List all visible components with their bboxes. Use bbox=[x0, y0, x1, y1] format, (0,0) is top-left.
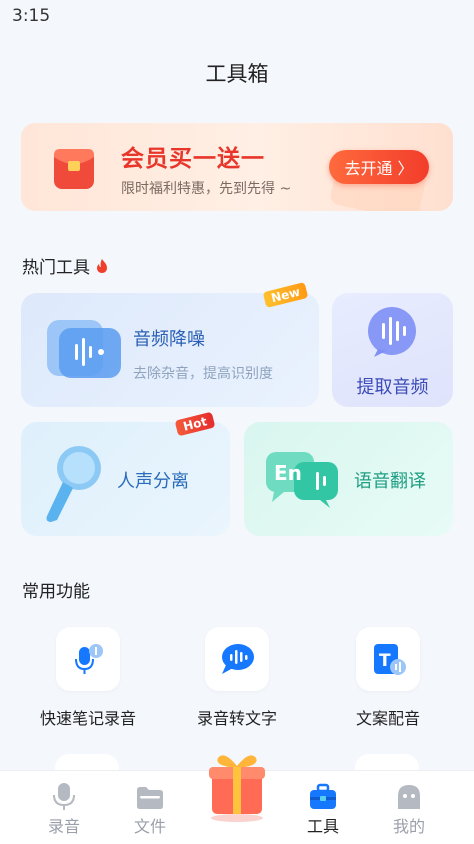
tab-tools[interactable]: 工具 bbox=[288, 771, 358, 837]
page-title: 工具箱 bbox=[205, 62, 269, 86]
function-icon-box bbox=[56, 627, 120, 691]
function-icon-box: T bbox=[356, 627, 420, 691]
speech-to-text-icon bbox=[222, 644, 254, 674]
microphone-tab-icon bbox=[53, 783, 75, 810]
banner-subtitle: 限时福利特惠，先到先得 ~ bbox=[121, 181, 292, 197]
function-quick-note-recording[interactable]: 快速笔记录音 bbox=[13, 627, 163, 729]
tool-card-extract-audio[interactable]: 提取音频 bbox=[332, 293, 453, 407]
audio-denoise-icon bbox=[47, 320, 121, 378]
tab-mine[interactable]: 我的 bbox=[374, 771, 444, 837]
mic-note-icon bbox=[75, 644, 103, 674]
tab-record[interactable]: 录音 bbox=[29, 771, 99, 837]
tab-label: 录音 bbox=[47, 817, 80, 836]
tool-card-voice-translation[interactable]: En 语音翻译 bbox=[244, 422, 453, 536]
function-icon-box bbox=[205, 627, 269, 691]
tool-label: 人声分离 bbox=[117, 471, 189, 492]
function-label: 快速笔记录音 bbox=[39, 709, 136, 728]
tab-label: 工具 bbox=[306, 817, 339, 836]
profile-tab-icon bbox=[398, 785, 420, 809]
tool-card-noise-reduction[interactable]: 音频降噪 去除杂音，提高识别度 bbox=[21, 293, 319, 407]
vip-promo-banner[interactable]: 会员买一送一 限时福利特惠，先到先得 ~ 去开通 〉 bbox=[21, 123, 453, 211]
tool-card-vocal-separation[interactable]: 人声分离 bbox=[21, 422, 230, 536]
translate-icon: En bbox=[266, 452, 338, 508]
tool-label: 音频降噪 bbox=[133, 329, 205, 350]
function-recording-to-text[interactable]: 录音转文字 bbox=[162, 627, 312, 729]
activate-button[interactable]: 去开通 〉 bbox=[329, 150, 429, 184]
tab-label: 文件 bbox=[133, 817, 166, 836]
svg-text:En: En bbox=[274, 461, 302, 485]
tool-description: 去除杂音，提高识别度 bbox=[133, 366, 273, 382]
gift-box-icon[interactable] bbox=[204, 748, 270, 824]
function-copy-dubbing[interactable]: T 文案配音 bbox=[313, 627, 463, 729]
folder-tab-icon bbox=[137, 787, 163, 809]
extract-audio-icon bbox=[368, 307, 416, 357]
function-label: 录音转文字 bbox=[196, 709, 277, 728]
tool-label: 语音翻译 bbox=[354, 471, 426, 492]
function-label: 文案配音 bbox=[355, 709, 420, 728]
hot-tools-heading: 热门工具 bbox=[22, 253, 109, 278]
banner-title: 会员买一送一 bbox=[121, 146, 265, 172]
status-time: 3:15 bbox=[12, 6, 51, 26]
text-voice-icon: T bbox=[374, 644, 406, 675]
svg-text:T: T bbox=[379, 651, 391, 671]
tool-label: 提取音频 bbox=[356, 377, 429, 398]
common-functions-heading: 常用功能 bbox=[22, 582, 90, 602]
tab-files[interactable]: 文件 bbox=[115, 771, 185, 837]
red-envelope-icon bbox=[54, 149, 94, 189]
tab-label: 我的 bbox=[392, 817, 425, 836]
microphone-icon bbox=[46, 446, 101, 522]
toolbox-tab-icon bbox=[310, 783, 336, 809]
fire-icon bbox=[97, 259, 108, 273]
hot-tools-heading-text: 热门工具 bbox=[22, 258, 90, 278]
